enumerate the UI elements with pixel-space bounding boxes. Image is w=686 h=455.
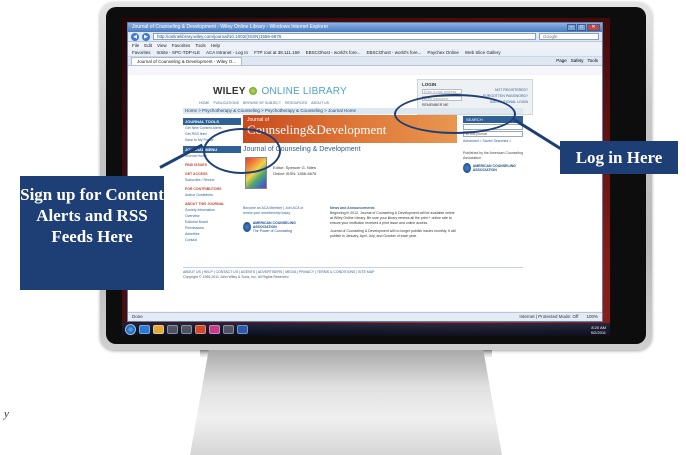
safety-menu[interactable]: Safety [571,57,584,65]
login-title: LOGIN [422,82,437,87]
close-icon[interactable]: ✕ [587,24,600,31]
author-guidelines-link[interactable]: Author Guidelines [183,192,241,198]
status-right: Internet | Protected Mode: Off 100% [519,313,598,321]
nav-publications[interactable]: Publications [214,100,239,106]
menu-favorites[interactable]: Favorites [172,42,191,49]
taskbar: 8:20 AM 9/2/2011 [122,323,610,336]
back-icon[interactable]: ◀ [131,32,139,41]
menu-bar: File Edit View Favorites Tools Help [128,42,602,49]
forward-icon[interactable]: ▶ [142,32,150,41]
screen: Journal of Counseling & Development - Wi… [122,18,610,336]
issn-text: Online ISSN: 1556-6676 [273,171,317,176]
subscribe-link[interactable]: Subscribe / Renew [183,177,241,183]
browser-window: Journal of Counseling & Development - Wi… [127,22,603,322]
nav-about-us[interactable]: About Us [311,100,329,106]
browser-titlebar: Journal of Counseling & Development - Wi… [128,23,602,32]
stage: Journal of Counseling & Development - Wi… [0,0,686,455]
favorites-bar: Favorites InSite - SPC-TDP-ILE ACA Intra… [128,49,602,57]
aca-sidebar-name: AMERICAN COUNSELING ASSOCIATION [472,164,516,172]
word-icon[interactable] [237,325,248,334]
browser-title: Journal of Counseling & Development - Wi… [132,24,329,30]
news-section: News and Announcements Beginning in 2012… [330,206,456,239]
app-icon[interactable] [223,325,234,334]
favorite-link[interactable]: Web Slice Gallery [465,49,501,56]
highlight-journal-tools [203,128,281,174]
news-item: Journal of Counseling & Development will… [330,229,456,238]
favorite-link[interactable]: Paychex Online [427,49,459,56]
aca-logo-icon [243,222,251,232]
menu-edit[interactable]: Edit [144,42,152,49]
aca-logo[interactable]: AMERICAN COUNSELING ASSOCIATION The Powe… [243,221,305,233]
web-page: WILEY ONLINE LIBRARY LOGIN Enter e-mail … [128,75,602,311]
app-icon[interactable] [181,325,192,334]
app-icon[interactable] [209,325,220,334]
contact-link[interactable]: Contact [183,237,241,243]
nav-browse-by-subject[interactable]: Browse by Subject [243,100,281,106]
advanced-search-link[interactable]: Advanced > Saved Searches > [463,139,523,143]
favorite-link[interactable]: InSite - SPC-TDP-ILE [157,49,201,56]
address-bar[interactable]: http://onlinelibrary.wiley.com/journal/1… [153,33,536,40]
search-input[interactable]: Google [539,33,599,40]
logo-dot-icon [249,87,258,95]
nav-resources[interactable]: Resources [285,100,307,106]
aca-sidebar-logo-icon [463,163,471,173]
menu-tools[interactable]: Tools [195,42,206,49]
wiley-logo[interactable]: WILEY ONLINE LIBRARY [213,86,347,97]
register-link[interactable]: NOT REGISTERED? [495,88,528,92]
favorite-link[interactable]: EBSCOhost - world's fore... [366,49,421,56]
callout-content-alerts: Sign up for Content Alerts and RSS Feeds… [20,176,164,290]
top-nav: Home Publications Browse by Subject Reso… [199,100,425,106]
copyright: Copyright © 1999-2011 John Wiley & Sons,… [183,275,289,279]
nav-home[interactable]: Home [199,100,210,106]
window-controls: – □ ✕ [567,24,600,31]
maximize-icon[interactable]: □ [577,24,586,31]
journal-tools-heading: JOURNAL TOOLS [183,118,241,125]
security-zone: Internet | Protected Mode: Off [519,314,579,319]
app-icon[interactable] [167,325,178,334]
aca-tagline: The Power of Counseling [252,229,292,233]
menu-file[interactable]: File [132,42,139,49]
minimize-icon[interactable]: – [567,24,576,31]
favorites-button[interactable]: Favorites [132,49,151,56]
powerpoint-icon[interactable] [195,325,206,334]
address-row: ◀ ▶ http://onlinelibrary.wiley.com/journ… [128,32,602,42]
menu-help[interactable]: Help [211,42,220,49]
aca-sidebar-logo[interactable]: AMERICAN COUNSELING ASSOCIATION [463,163,525,173]
command-bar: Page Safety Tools [556,57,602,65]
highlight-login [394,94,516,134]
status-text: Done [132,314,143,319]
page-menu[interactable]: Page [556,57,567,65]
monitor-stand [190,350,502,455]
news-item: Beginning in 2012, Journal of Counseling… [330,211,455,225]
callout-login: Log in Here [560,141,678,174]
favorite-link[interactable]: ACA Intranet - Log In [206,49,248,56]
stray-glyph: y [4,408,9,420]
taskbar-clock[interactable]: 8:20 AM 9/2/2011 [591,325,610,335]
tools-menu[interactable]: Tools [587,57,598,65]
logo-wiley-text: WILEY [213,86,246,97]
published-by-text: Published by the American Counseling Ass… [463,151,523,160]
start-button[interactable] [125,324,136,335]
journal-meta: Editor: Spencer G. Niles Online ISSN: 15… [273,165,316,177]
aca-name: AMERICAN COUNSELING ASSOCIATION [252,221,296,229]
clock-date: 9/2/2011 [590,329,606,335]
tab-row: Journal of Counseling & Development - Wi… [128,57,602,66]
internet-explorer-icon[interactable] [139,325,150,334]
page-footer: ABOUT US | HELP | CONTACT US | AGENTS | … [183,267,523,280]
members-text[interactable]: Become an ACA Member | Join ACA or renew… [243,206,313,216]
monitor: Journal of Counseling & Development - Wi… [100,2,652,350]
browser-tab[interactable]: Journal of Counseling & Development - Wi… [131,57,243,65]
logo-online-text: ONLINE LIBRARY [261,86,347,97]
folder-icon[interactable] [153,325,164,334]
clock-time: 8:20 AM [591,324,606,330]
favorite-link[interactable]: FTP root at 38.111.169 [254,49,300,56]
favorite-link[interactable]: EBSCOhost - world's fore... [306,49,361,56]
menu-view[interactable]: View [157,42,167,49]
zoom-level[interactable]: 100% [586,313,598,321]
status-bar: Done Internet | Protected Mode: Off 100% [128,312,602,321]
